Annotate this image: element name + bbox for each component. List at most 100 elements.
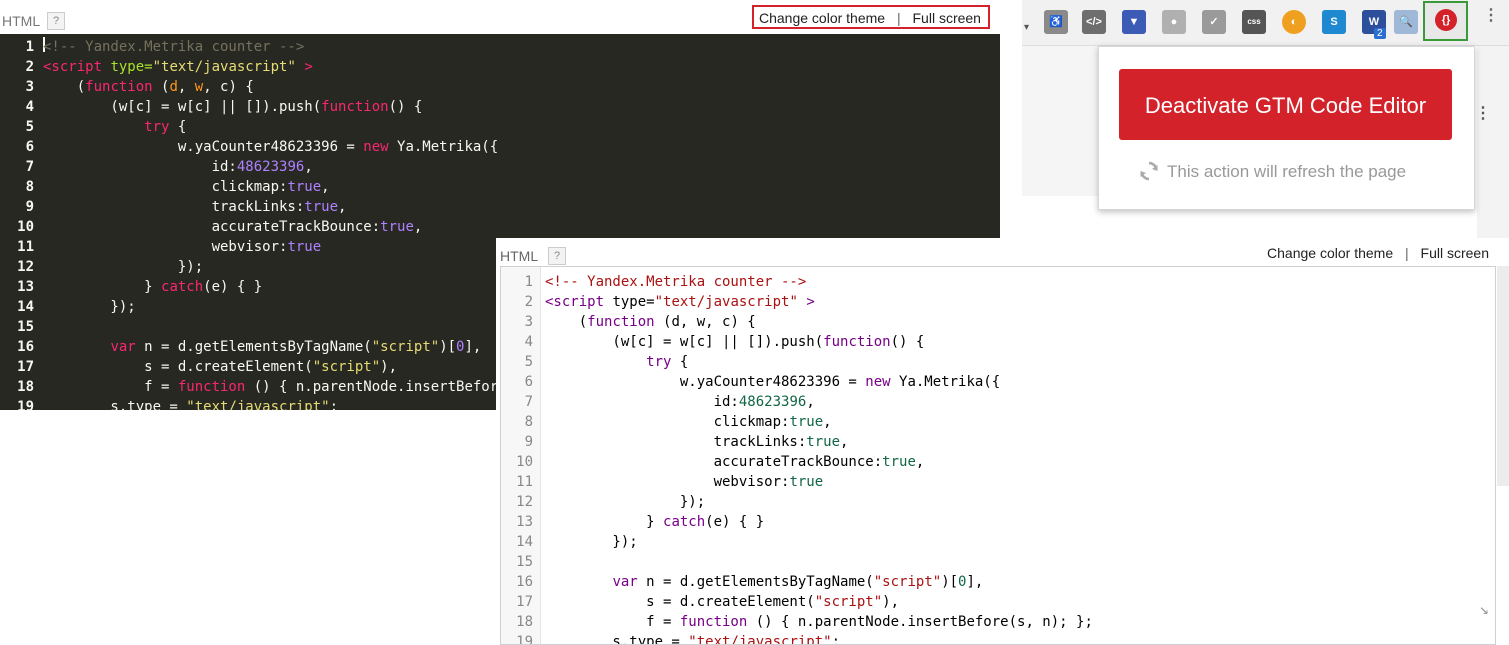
- accessibility-extension-icon[interactable]: ♿: [1044, 10, 1068, 34]
- code-text: try {: [144, 119, 187, 135]
- help-button[interactable]: ?: [47, 12, 65, 30]
- line-number: 15: [516, 554, 533, 570]
- line-number: 1: [524, 274, 533, 290]
- code-text: w.yaCounter48623396 = new Ya.Metrika({: [43, 139, 499, 155]
- code-text: accurateTrackBounce:true,: [43, 219, 423, 235]
- language-label: HTML: [2, 13, 41, 29]
- code-text: s = d.createElement("script"),: [545, 594, 900, 610]
- change-color-theme-link[interactable]: Change color theme: [1267, 245, 1393, 261]
- editor-actions-highlighted: Change color theme | Full screen: [752, 5, 990, 29]
- code-view-extension-icon[interactable]: </>: [1082, 10, 1106, 34]
- magnifier-extension-icon[interactable]: 🔍: [1394, 10, 1418, 34]
- code-text: <!-- Yandex.Metrika counter -->: [545, 274, 807, 290]
- line-number: 16: [17, 339, 34, 355]
- code-text: s.type = "text/javascript";: [545, 634, 841, 645]
- code-text: id:48623396,: [43, 159, 313, 175]
- code-text: id:48623396,: [545, 394, 815, 410]
- code-text: });: [545, 494, 706, 510]
- line-number: 13: [17, 279, 34, 295]
- line-number: 15: [17, 319, 34, 335]
- separator: |: [1405, 245, 1409, 261]
- code-text: trackLinks:true,: [545, 434, 849, 450]
- line-number: 7: [25, 159, 34, 175]
- line-number: 16: [516, 574, 533, 590]
- gtm-code-editor-icon: {}: [1435, 9, 1457, 31]
- css-extension-icon[interactable]: css: [1242, 10, 1266, 34]
- line-number: 2: [524, 294, 533, 310]
- line-number: 2: [25, 59, 34, 75]
- line-number: 11: [516, 474, 533, 490]
- language-label: HTML: [500, 248, 539, 264]
- page-sidebar: [1477, 46, 1509, 240]
- line-number: 10: [17, 219, 34, 235]
- code-text: });: [43, 299, 136, 315]
- page-menu-icon[interactable]: ⋮: [1475, 106, 1491, 122]
- code-area[interactable]: ↘ 1 <!-- Yandex.Metrika counter --> 2 <scri…: [500, 266, 1496, 645]
- line-number: 13: [516, 514, 533, 530]
- code-text: var n = d.getElementsByTagName("script")…: [612, 574, 984, 590]
- code-text: } catch(e) { }: [545, 514, 765, 530]
- code-text: var n = d.getElementsByTagName("script")…: [110, 339, 482, 355]
- line-number: 12: [516, 494, 533, 510]
- half-circle-extension-icon[interactable]: ◐: [1282, 10, 1306, 34]
- editor-header: HTML ? Change color theme | Full screen: [0, 0, 1000, 34]
- change-color-theme-link[interactable]: Change color theme: [759, 10, 885, 26]
- browser-menu-icon[interactable]: ⋮: [1483, 8, 1499, 24]
- line-number: 14: [516, 534, 533, 550]
- line-number: 9: [25, 199, 34, 215]
- vertical-scrollbar[interactable]: [1497, 266, 1509, 486]
- line-number: 18: [516, 614, 533, 630]
- code-text: <script type="text/javascript" >: [43, 59, 313, 75]
- code-text: } catch(e) { }: [43, 279, 263, 295]
- line-number: 3: [524, 314, 533, 330]
- line-number: 19: [516, 634, 533, 645]
- line-number: 18: [17, 379, 34, 395]
- spy-extension-icon[interactable]: ●: [1162, 10, 1186, 34]
- code-text: accurateTrackBounce:true,: [545, 454, 925, 470]
- checkbox-extension-icon[interactable]: ✓: [1202, 10, 1226, 34]
- code-text: trackLinks:true,: [43, 199, 347, 215]
- help-button[interactable]: ?: [548, 247, 566, 265]
- code-text: clickmap:true,: [43, 179, 330, 195]
- deactivate-gtm-code-editor-button[interactable]: Deactivate GTM Code Editor: [1119, 69, 1452, 140]
- refresh-note-text: This action will refresh the page: [1167, 162, 1407, 181]
- full-screen-link[interactable]: Full screen: [913, 10, 981, 26]
- page-background: [1022, 46, 1098, 196]
- line-number: 3: [25, 79, 34, 95]
- code-text: (w[c] = w[c] || []).push(function() {: [43, 99, 423, 115]
- code-text: (w[c] = w[c] || []).push(function() {: [545, 334, 925, 350]
- overflow-arrow-icon[interactable]: ▾: [1024, 22, 1029, 33]
- gtm-code-editor-extension-button[interactable]: {}: [1423, 1, 1468, 41]
- refresh-icon: [1140, 161, 1158, 181]
- badge-count: 2: [1374, 28, 1386, 39]
- code-text: s.type = "text/javascript";: [43, 399, 339, 410]
- line-number: 19: [17, 399, 34, 410]
- extensions-toolbar: ▾ ♿ </> ▼ ● ✓ css ◐ S W 2 🔍 {} ⋮: [1022, 0, 1509, 46]
- code-text: s = d.createElement("script"),: [43, 359, 398, 375]
- line-number: 6: [25, 139, 34, 155]
- line-number: 10: [516, 454, 533, 470]
- extension-popup: Deactivate GTM Code Editor This action w…: [1098, 46, 1475, 210]
- line-number: 5: [524, 354, 533, 370]
- line-number: 11: [17, 239, 34, 255]
- code-text: (function (d, w, c) {: [43, 79, 254, 95]
- line-number: 12: [17, 259, 34, 275]
- line-number: 17: [17, 359, 34, 375]
- refresh-note: This action will refresh the page: [1139, 161, 1406, 182]
- browser-window: ▾ ♿ </> ▼ ● ✓ css ◐ S W 2 🔍 {} ⋮ ⋮ Deact…: [1022, 0, 1509, 240]
- line-number: 9: [524, 434, 533, 450]
- editor-actions: Change color theme | Full screen: [1267, 245, 1489, 261]
- s-extension-icon[interactable]: S: [1322, 10, 1346, 34]
- resize-handle-icon[interactable]: ↘: [1479, 599, 1489, 618]
- code-text: });: [545, 534, 638, 550]
- line-number: 8: [524, 414, 533, 430]
- line-number: 8: [25, 179, 34, 195]
- code-text: w.yaCounter48623396 = new Ya.Metrika({: [545, 374, 1001, 390]
- code-text: });: [43, 259, 204, 275]
- line-number: 4: [25, 99, 34, 115]
- download-extension-icon[interactable]: ▼: [1122, 10, 1146, 34]
- line-number: 17: [516, 594, 533, 610]
- line-number: 14: [17, 299, 34, 315]
- line-number: 7: [524, 394, 533, 410]
- full-screen-link[interactable]: Full screen: [1421, 245, 1489, 261]
